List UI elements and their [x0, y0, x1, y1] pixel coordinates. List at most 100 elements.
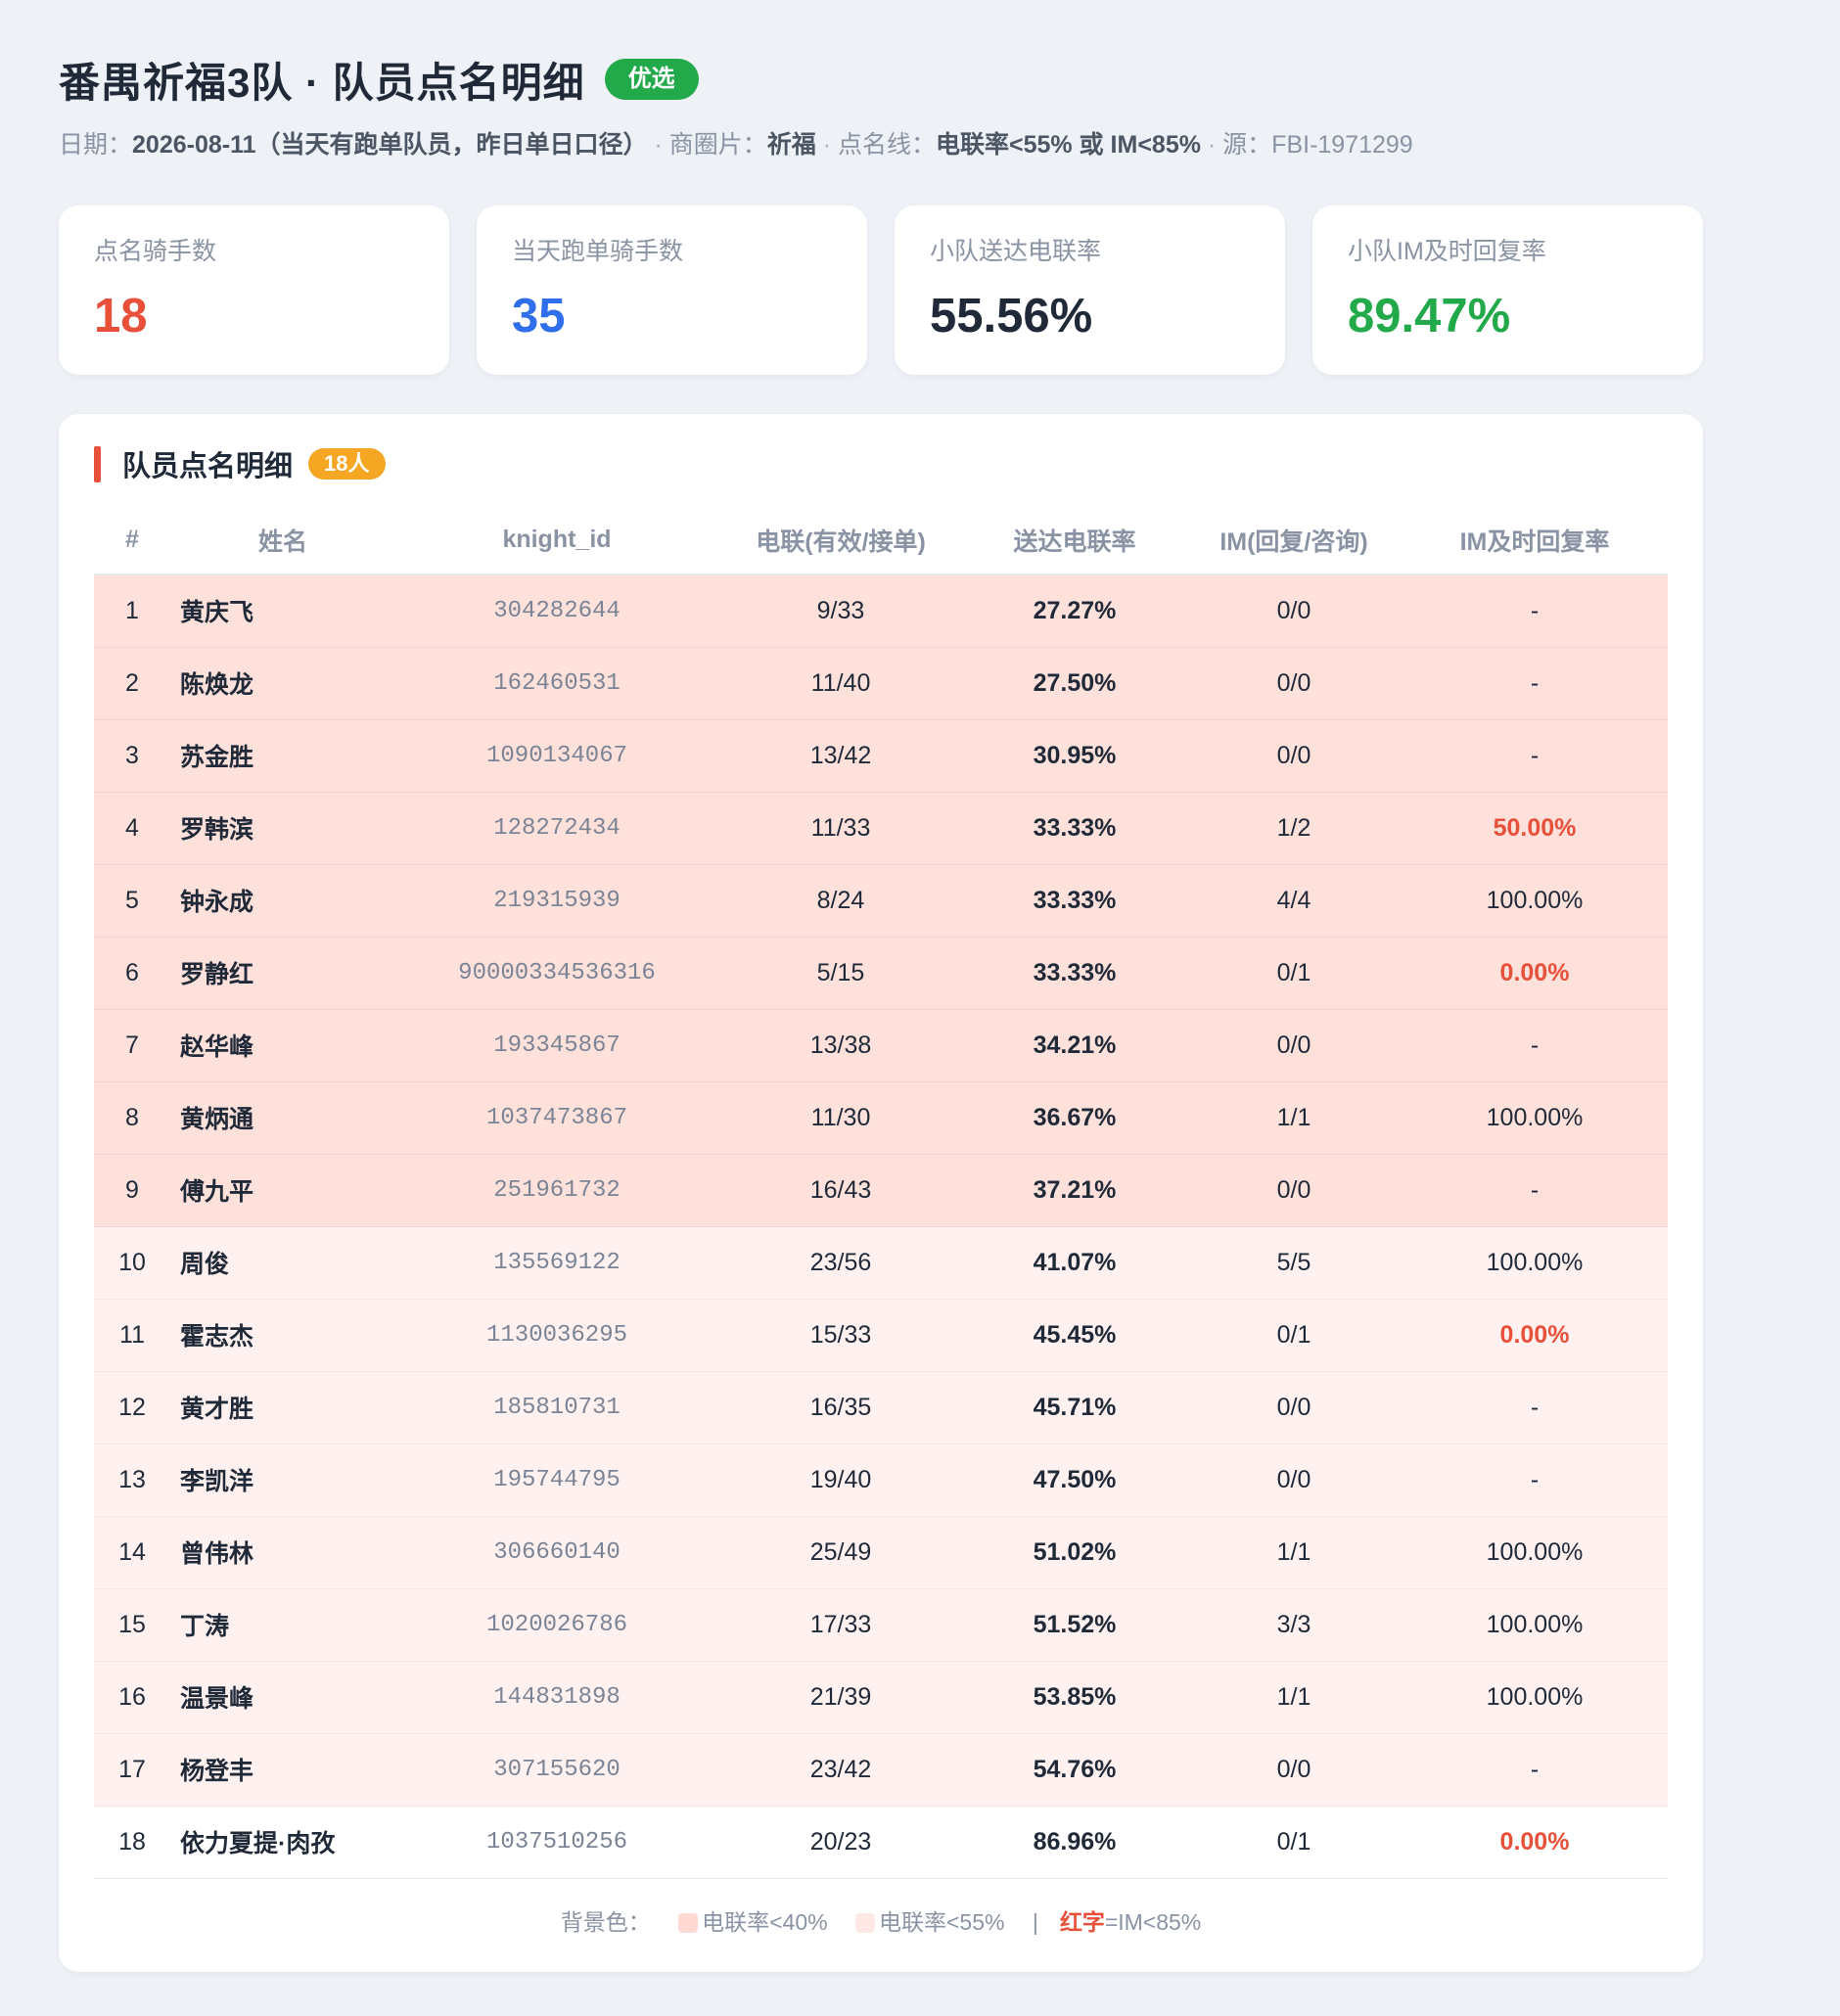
- cell-calls: 11/33: [718, 792, 963, 865]
- stat-card-im-rate: 小队IM及时回复率 89.47%: [1312, 206, 1703, 375]
- cell-im: 0/1: [1186, 1806, 1402, 1879]
- stat-card-called-riders: 点名骑手数 18: [59, 206, 449, 375]
- cell-name: 丁涛: [170, 1588, 395, 1662]
- stat-card-label: 点名骑手数: [94, 238, 217, 265]
- separator: ·: [647, 131, 669, 159]
- cell-knight-id: 90000334536316: [395, 937, 718, 1010]
- cell-index: 14: [94, 1516, 170, 1589]
- legend-red-text: 红字: [1059, 1908, 1105, 1935]
- cell-index: 17: [94, 1733, 170, 1807]
- cell-knight-id: 1037510256: [395, 1806, 718, 1879]
- date-label: 日期：: [59, 131, 133, 159]
- cell-knight-id: 195744795: [395, 1443, 718, 1517]
- cell-index: 6: [94, 937, 170, 1010]
- cell-index: 16: [94, 1661, 170, 1734]
- table-header: # 姓名 knight_id 电联(有效/接单) 送达电联率 IM(回复/咨询)…: [94, 506, 1668, 575]
- cell-name: 罗韩滨: [170, 792, 395, 865]
- table-row: 15 丁涛 1020026786 17/33 51.52% 3/3 100.00%: [94, 1588, 1668, 1662]
- cell-name: 赵华峰: [170, 1009, 395, 1082]
- cell-knight-id: 193345867: [395, 1009, 718, 1082]
- stat-card-value: 35: [512, 290, 566, 343]
- cell-calls: 21/39: [718, 1661, 963, 1734]
- cell-index: 9: [94, 1154, 170, 1227]
- detail-panel: 队员点名明细 18人 # 姓名 knight_id 电联(有效/接单) 送达电联…: [59, 414, 1703, 1972]
- cell-index: 13: [94, 1443, 170, 1517]
- cell-calls: 19/40: [718, 1443, 963, 1517]
- cell-call-rate: 33.33%: [963, 864, 1186, 938]
- cell-knight-id: 219315939: [395, 864, 718, 938]
- stat-card-value: 89.47%: [1348, 290, 1511, 343]
- cell-im-rate: -: [1402, 1371, 1668, 1444]
- cell-name: 曾伟林: [170, 1516, 395, 1589]
- column-header-knight-id: knight_id: [395, 506, 718, 575]
- cell-im-rate: 0.00%: [1402, 1806, 1668, 1879]
- separator: ·: [1200, 131, 1223, 159]
- cell-im: 1/2: [1186, 792, 1402, 865]
- cell-im-rate: -: [1402, 1733, 1668, 1807]
- cell-im: 1/1: [1186, 1081, 1402, 1155]
- panel-title: 队员点名明细: [122, 451, 294, 482]
- date-value: 2026-08-11（当天有跑单队员，昨日单日口径）: [132, 131, 648, 159]
- cell-name: 陈焕龙: [170, 647, 395, 720]
- panel-header: 队员点名明细 18人: [94, 445, 1668, 482]
- table-row: 10 周俊 135569122 23/56 41.07% 5/5 100.00%: [94, 1226, 1668, 1300]
- cell-im: 0/0: [1186, 1443, 1402, 1517]
- cell-name: 依力夏提·肉孜: [170, 1806, 395, 1879]
- column-header-call-rate: 送达电联率: [963, 506, 1186, 575]
- cell-knight-id: 1090134067: [395, 719, 718, 793]
- cell-knight-id: 1130036295: [395, 1299, 718, 1372]
- cell-im-rate: 100.00%: [1402, 1516, 1668, 1589]
- table-row: 14 曾伟林 306660140 25/49 51.02% 1/1 100.00%: [94, 1516, 1668, 1589]
- cell-call-rate: 47.50%: [963, 1443, 1186, 1517]
- cell-call-rate: 41.07%: [963, 1226, 1186, 1300]
- column-header-name: 姓名: [170, 506, 395, 575]
- cell-name: 杨登丰: [170, 1733, 395, 1807]
- member-table: # 姓名 knight_id 电联(有效/接单) 送达电联率 IM(回复/咨询)…: [94, 506, 1668, 1879]
- cell-knight-id: 304282644: [395, 574, 718, 648]
- cell-calls: 23/42: [718, 1733, 963, 1807]
- cell-calls: 25/49: [718, 1516, 963, 1589]
- cell-calls: 17/33: [718, 1588, 963, 1662]
- cell-im-rate: -: [1402, 574, 1668, 648]
- stat-card-value: 55.56%: [930, 290, 1093, 343]
- table-row: 12 黄才胜 185810731 16/35 45.71% 0/0-: [94, 1371, 1668, 1444]
- cell-name: 傅九平: [170, 1154, 395, 1227]
- cell-im: 0/1: [1186, 937, 1402, 1010]
- stat-card-label: 小队IM及时回复率: [1348, 238, 1546, 265]
- cell-name: 霍志杰: [170, 1299, 395, 1372]
- cell-index: 18: [94, 1806, 170, 1879]
- cell-index: 3: [94, 719, 170, 793]
- cell-index: 12: [94, 1371, 170, 1444]
- source-label: 源：FBI-1971299: [1222, 131, 1413, 159]
- cell-im: 0/1: [1186, 1299, 1402, 1372]
- column-header-index: #: [94, 506, 170, 575]
- cell-calls: 23/56: [718, 1226, 963, 1300]
- cell-name: 罗静红: [170, 937, 395, 1010]
- table-row: 1 黄庆飞 304282644 9/33 27.27% 0/0-: [94, 574, 1668, 648]
- cell-knight-id: 144831898: [395, 1661, 718, 1734]
- table-row: 13 李凯洋 195744795 19/40 47.50% 0/0-: [94, 1443, 1668, 1517]
- cell-calls: 15/33: [718, 1299, 963, 1372]
- legend-item-pink: 电联率<55%: [878, 1908, 1005, 1935]
- cell-im: 1/1: [1186, 1661, 1402, 1734]
- cell-im-rate: 100.00%: [1402, 1661, 1668, 1734]
- cell-knight-id: 162460531: [395, 647, 718, 720]
- legend-prefix: 背景色：: [560, 1908, 651, 1935]
- cell-im: 0/0: [1186, 1733, 1402, 1807]
- column-header-calls: 电联(有效/接单): [718, 506, 963, 575]
- table-row: 17 杨登丰 307155620 23/42 54.76% 0/0-: [94, 1733, 1668, 1807]
- cell-calls: 16/35: [718, 1371, 963, 1444]
- page-title: 番禺祈福3队 · 队员点名明细: [59, 59, 585, 106]
- cell-calls: 8/24: [718, 864, 963, 938]
- cell-index: 8: [94, 1081, 170, 1155]
- legend: 背景色： 电联率<40% 电联率<55% | 红字=IM<85%: [94, 1906, 1668, 1938]
- cell-name: 温景峰: [170, 1661, 395, 1734]
- count-badge: 18人: [308, 448, 386, 480]
- cell-im-rate: 0.00%: [1402, 937, 1668, 1010]
- cell-im-rate: -: [1402, 719, 1668, 793]
- cell-index: 15: [94, 1588, 170, 1662]
- cell-im-rate: -: [1402, 647, 1668, 720]
- legend-swatch-red: [678, 1912, 699, 1933]
- cell-name: 钟永成: [170, 864, 395, 938]
- cell-im-rate: 50.00%: [1402, 792, 1668, 865]
